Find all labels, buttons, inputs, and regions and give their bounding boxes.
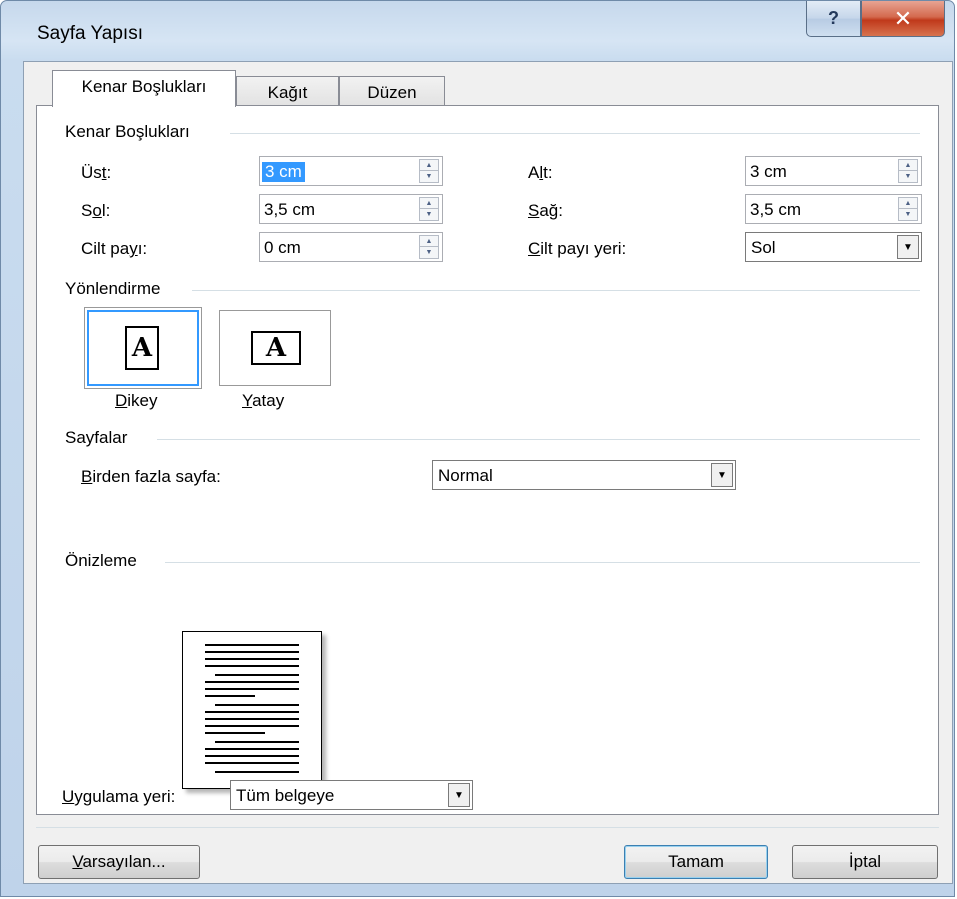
dropdown-arrow-icon[interactable]: ▼	[711, 463, 733, 487]
preview-line	[215, 674, 299, 676]
up-arrow-icon[interactable]: ▲	[420, 198, 438, 209]
preview-line	[215, 741, 299, 743]
preview-line	[205, 755, 299, 757]
preview-line	[205, 688, 299, 690]
left-margin-spinner[interactable]: 3,5 cm ▲ ▼	[259, 194, 443, 224]
apply-to-value: Tüm belgeye	[236, 786, 335, 805]
left-margin-label: Sol:	[81, 201, 111, 220]
preview-line	[205, 665, 299, 667]
portrait-button[interactable]: A	[84, 307, 202, 389]
preview-line	[205, 644, 299, 646]
dropdown-arrow-icon[interactable]: ▼	[448, 783, 470, 807]
gutter-position-value: Sol	[751, 238, 776, 257]
landscape-glyph: A	[265, 333, 287, 363]
gutter-label: Cilt payı:	[81, 239, 148, 258]
margins-group-title: Kenar Boşlukları	[65, 122, 190, 141]
multiple-pages-select[interactable]: Normal ▼	[432, 460, 736, 490]
tab-layout[interactable]: Düzen	[339, 76, 445, 106]
up-arrow-icon[interactable]: ▲	[899, 160, 917, 171]
multiple-pages-label: Birden fazla sayfa:	[81, 467, 221, 486]
down-arrow-icon[interactable]: ▼	[899, 209, 917, 220]
tab-margins-label: Kenar Boşlukları	[81, 77, 207, 96]
preview-line	[205, 681, 299, 683]
right-margin-spinner[interactable]: 3,5 cm ▲ ▼	[745, 194, 922, 224]
down-arrow-icon[interactable]: ▼	[420, 209, 438, 220]
gutter-position-select[interactable]: Sol ▼	[745, 232, 922, 262]
preview-line	[205, 718, 299, 720]
preview-line	[205, 762, 299, 764]
top-margin-spinner[interactable]: 3 cm ▲ ▼	[259, 156, 443, 186]
preview-line	[205, 725, 299, 727]
tab-margins[interactable]: Kenar Boşlukları	[52, 70, 236, 107]
top-margin-value[interactable]: 3 cm	[262, 162, 305, 182]
ok-label: Tamam	[668, 852, 724, 871]
preview-line	[205, 748, 299, 750]
portrait-page-icon: A	[125, 326, 159, 370]
bottom-margin-spin-buttons[interactable]: ▲ ▼	[898, 159, 918, 183]
title-bar[interactable]: Sayfa Yapısı ? ✕	[1, 1, 954, 61]
top-margin-spin-buttons[interactable]: ▲ ▼	[419, 159, 439, 183]
portrait-glyph: A	[131, 333, 153, 363]
down-arrow-icon[interactable]: ▼	[420, 171, 438, 182]
orientation-group-title: Yönlendirme	[65, 279, 161, 298]
up-arrow-icon[interactable]: ▲	[420, 160, 438, 171]
up-arrow-icon[interactable]: ▲	[899, 198, 917, 209]
gutter-value[interactable]: 0 cm	[264, 238, 301, 258]
up-arrow-icon[interactable]: ▲	[420, 236, 438, 247]
landscape-page-icon: A	[251, 331, 301, 365]
tab-panel-margins: Kenar Boşlukları Üst: 3 cm ▲ ▼ Alt: 3 cm…	[36, 105, 939, 815]
page-preview	[182, 631, 322, 789]
close-icon: ✕	[893, 5, 913, 31]
margins-group-divider	[230, 133, 920, 134]
pages-group-divider	[157, 439, 920, 440]
ok-button[interactable]: Tamam	[624, 845, 768, 879]
bottom-margin-label: Alt:	[528, 163, 553, 182]
page-setup-dialog: Sayfa Yapısı ? ✕ Kenar Boşlukları Kağıt …	[0, 0, 955, 897]
apply-to-select[interactable]: Tüm belgeye ▼	[230, 780, 473, 810]
pages-group-title: Sayfalar	[65, 428, 128, 447]
footer-divider	[36, 827, 939, 828]
down-arrow-icon[interactable]: ▼	[899, 171, 917, 182]
preview-line	[205, 711, 299, 713]
preview-line	[215, 771, 299, 773]
set-as-default-label: Varsayılan...	[72, 852, 166, 871]
close-button[interactable]: ✕	[861, 1, 945, 37]
landscape-button[interactable]: A	[219, 310, 331, 386]
dialog-title: Sayfa Yapısı	[37, 23, 143, 44]
orientation-group-divider	[192, 290, 920, 291]
right-margin-spin-buttons[interactable]: ▲ ▼	[898, 197, 918, 221]
preview-group-title: Önizleme	[65, 551, 137, 570]
help-icon: ?	[828, 8, 839, 28]
multiple-pages-value: Normal	[438, 466, 493, 485]
landscape-label: Yatay	[242, 391, 285, 410]
gutter-spin-buttons[interactable]: ▲ ▼	[419, 235, 439, 259]
bottom-margin-value[interactable]: 3 cm	[750, 162, 787, 182]
portrait-label: Dikey	[115, 391, 158, 410]
set-as-default-button[interactable]: Varsayılan...	[38, 845, 200, 879]
gutter-position-label: Cilt payı yeri:	[528, 239, 627, 258]
left-margin-value[interactable]: 3,5 cm	[264, 200, 315, 220]
preview-line	[215, 704, 299, 706]
bottom-margin-spinner[interactable]: 3 cm ▲ ▼	[745, 156, 922, 186]
tab-paper[interactable]: Kağıt	[236, 76, 339, 106]
apply-to-label: Uygulama yeri:	[62, 787, 176, 806]
preview-group-divider	[165, 562, 920, 563]
right-margin-value[interactable]: 3,5 cm	[750, 200, 801, 220]
dialog-body: Kenar Boşlukları Kağıt Düzen Kenar Boşlu…	[23, 61, 953, 884]
cancel-label: İptal	[848, 852, 882, 871]
tab-paper-label: Kağıt	[267, 83, 308, 102]
gutter-spinner[interactable]: 0 cm ▲ ▼	[259, 232, 443, 262]
top-margin-label: Üst:	[81, 163, 112, 182]
down-arrow-icon[interactable]: ▼	[420, 247, 438, 258]
left-margin-spin-buttons[interactable]: ▲ ▼	[419, 197, 439, 221]
cancel-button[interactable]: İptal	[792, 845, 938, 879]
preview-line	[205, 658, 299, 660]
preview-line	[205, 695, 255, 697]
tab-layout-label: Düzen	[367, 83, 417, 102]
preview-line	[205, 732, 265, 734]
preview-line	[205, 651, 299, 653]
right-margin-label: Sağ:	[528, 201, 563, 220]
help-button[interactable]: ?	[806, 1, 861, 37]
dropdown-arrow-icon[interactable]: ▼	[897, 235, 919, 259]
